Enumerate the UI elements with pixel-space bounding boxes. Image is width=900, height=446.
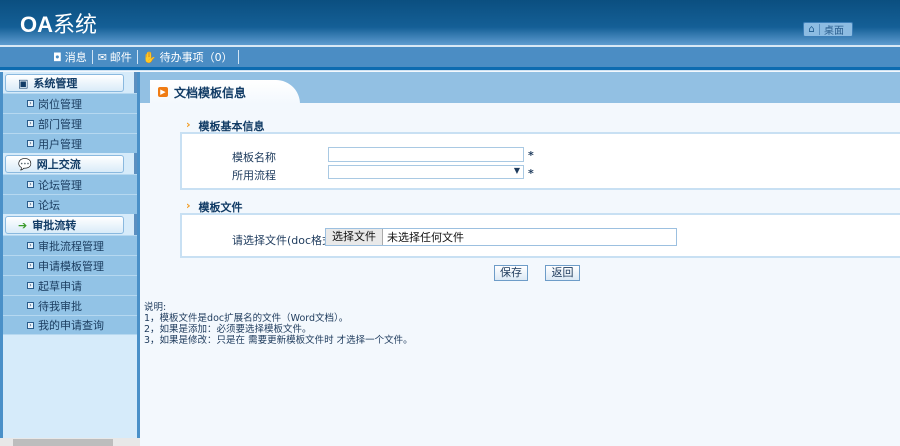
- required-mark: *: [528, 149, 534, 162]
- expand-icon: ›: [27, 181, 34, 188]
- template-name-input[interactable]: [328, 147, 524, 162]
- required-mark: *: [528, 167, 534, 180]
- logo: OA系统: [20, 12, 98, 37]
- mail-icon: ✉: [97, 50, 107, 64]
- expand-icon: ›: [27, 140, 34, 147]
- template-file-box: 请选择文件(doc格式) 选择文件 未选择任何文件: [180, 213, 900, 258]
- notes: 说明: 1，模板文件是doc扩展名的文件（Word文档）。 2，如果是添加：必须…: [144, 302, 413, 346]
- top-nav: ◘ 消息 ✉ 邮件 ✋ 待办事项（0）: [0, 47, 900, 67]
- system-icon: ▣: [18, 76, 29, 90]
- sidebar-item-pending[interactable]: › 待我审批: [3, 295, 137, 315]
- back-button[interactable]: 返回: [545, 265, 580, 281]
- nav-mail[interactable]: ✉ 邮件: [93, 50, 138, 64]
- play-icon: ▶: [158, 87, 168, 97]
- expand-icon: ›: [27, 100, 34, 107]
- expand-icon: ›: [27, 262, 34, 269]
- expand-icon: ›: [27, 321, 34, 329]
- choose-file-button[interactable]: 选择文件: [326, 229, 383, 245]
- divider: [0, 67, 900, 71]
- sidebar-group-online[interactable]: 💬 网上交流: [3, 153, 137, 174]
- tab-document-template[interactable]: ▶ 文档模板信息: [150, 80, 300, 104]
- sidebar-item-positions[interactable]: › 岗位管理: [3, 93, 137, 113]
- header: OA系统 ⌂ 桌面: [0, 0, 900, 45]
- file-status: 未选择任何文件: [387, 231, 464, 244]
- sidebar-group-system[interactable]: ▣ 系统管理: [3, 72, 137, 93]
- sidebar-item-template-admin[interactable]: › 申请模板管理: [3, 255, 137, 275]
- nav-todo[interactable]: ✋ 待办事项（0）: [138, 50, 239, 64]
- expand-icon: ›: [27, 302, 34, 309]
- message-icon: ◘: [53, 50, 62, 64]
- save-button[interactable]: 保存: [494, 265, 528, 281]
- sidebar-item-forum-admin[interactable]: › 论坛管理: [3, 174, 137, 194]
- template-name-label: 模板名称: [232, 151, 276, 164]
- flow-label: 所用流程: [232, 169, 276, 182]
- sidebar: ▣ 系统管理 › 岗位管理 › 部门管理 › 用户管理 💬 网上交流 › 论坛管理 › 论坛 …: [0, 72, 140, 438]
- sidebar-item-my-requests[interactable]: › 我的申请查询: [3, 315, 137, 335]
- sidebar-group-approval[interactable]: ➔ 审批流转: [3, 214, 137, 235]
- expand-icon: ›: [27, 282, 34, 289]
- chat-icon: 💬: [18, 157, 32, 171]
- tab-bar: ▶ 文档模板信息: [140, 72, 900, 104]
- expand-icon: ›: [27, 242, 34, 249]
- expand-icon: ›: [27, 201, 34, 208]
- sidebar-item-forum[interactable]: › 论坛: [3, 194, 137, 214]
- chevron-down-icon: ▼: [513, 166, 520, 175]
- sidebar-item-flow-admin[interactable]: › 审批流程管理: [3, 235, 137, 255]
- nav-messages[interactable]: ◘ 消息: [48, 50, 93, 64]
- expand-icon: ›: [27, 120, 34, 127]
- desktop-button[interactable]: ⌂ 桌面: [803, 22, 853, 37]
- home-icon: ⌂: [804, 24, 820, 35]
- sidebar-item-draft[interactable]: › 起草申请: [3, 275, 137, 295]
- file-label: 请选择文件(doc格式): [232, 234, 338, 247]
- document-arrow-icon: ➔: [18, 218, 28, 232]
- sidebar-item-users[interactable]: › 用户管理: [3, 133, 137, 153]
- file-input[interactable]: 选择文件 未选择任何文件: [325, 228, 677, 246]
- hand-icon: ✋: [142, 50, 157, 64]
- flow-select[interactable]: ▼: [328, 165, 524, 179]
- horizontal-scrollbar[interactable]: [0, 438, 140, 446]
- basic-info-box: 模板名称 * 所用流程 ▼ *: [180, 132, 900, 190]
- sidebar-item-departments[interactable]: › 部门管理: [3, 113, 137, 133]
- scrollbar-thumb[interactable]: [13, 439, 113, 446]
